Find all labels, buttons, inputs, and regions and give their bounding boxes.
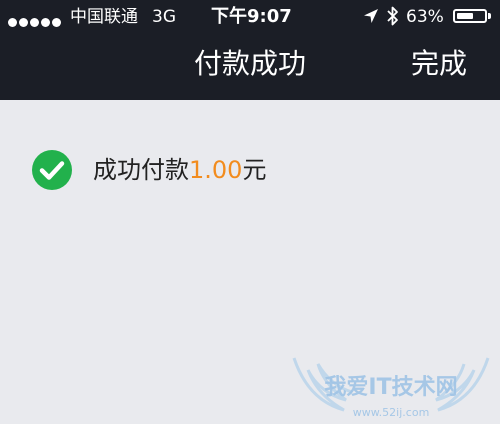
carrier-name: 中国联通 — [70, 7, 138, 27]
battery-icon — [453, 9, 487, 23]
payment-success-message: 成功付款1.00元 — [93, 154, 266, 186]
signal-dot-icon — [30, 18, 39, 27]
signal-strength-icon — [8, 12, 63, 31]
signal-dot-icon — [52, 18, 61, 27]
done-button[interactable]: 完成 — [411, 46, 467, 82]
status-bar: 中国联通 3G 下午9:07 63% — [0, 0, 500, 34]
navigation-bar: 付款成功 完成 — [0, 34, 500, 100]
battery-level-fill — [457, 13, 473, 19]
bluetooth-icon — [387, 6, 398, 26]
location-arrow-icon — [364, 9, 378, 23]
signal-dot-icon — [8, 18, 17, 27]
watermark-text: 我爱IT技术网 — [324, 375, 457, 400]
check-circle-icon — [32, 150, 72, 190]
currency-label: 元 — [242, 156, 267, 184]
payment-amount: 1.00 — [189, 156, 243, 184]
signal-dot-icon — [19, 18, 28, 27]
watermark-url: www.52ij.com — [353, 406, 430, 419]
battery-tip — [488, 13, 491, 19]
carrier-info: 中国联通 3G — [70, 6, 176, 28]
site-watermark: 我爱IT技术网 www.52ij.com — [292, 357, 490, 419]
network-type: 3G — [152, 7, 176, 27]
signal-dot-icon — [41, 18, 50, 27]
success-prefix: 成功付款 — [93, 156, 189, 184]
status-time: 下午9:07 — [211, 6, 292, 27]
battery-percent: 63% — [406, 7, 444, 27]
